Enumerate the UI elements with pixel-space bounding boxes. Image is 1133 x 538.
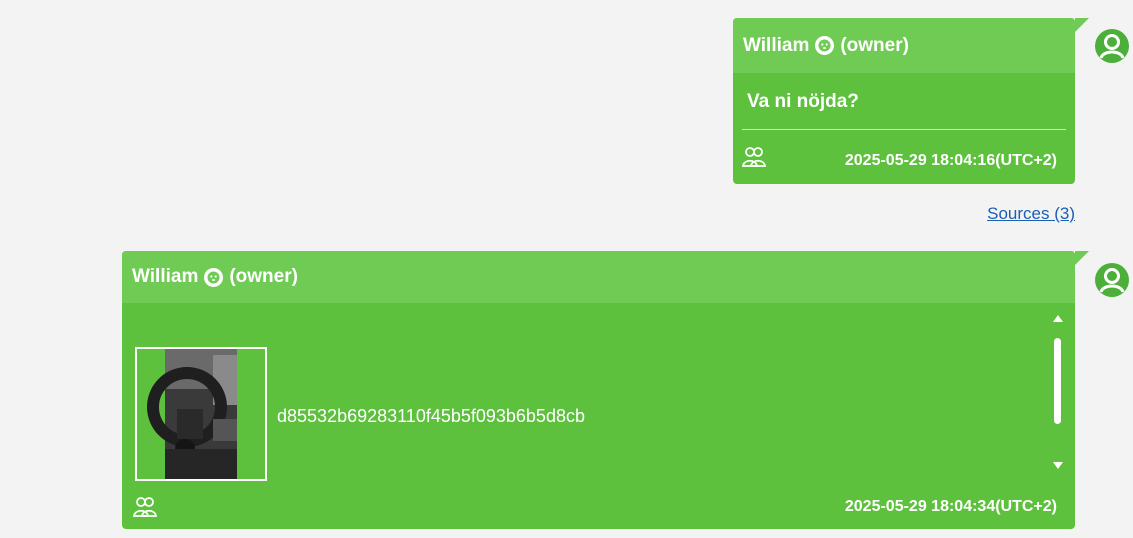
dog-face-icon [815,36,835,55]
user-avatar-icon[interactable] [1094,262,1130,303]
scrollbar[interactable] [1051,312,1065,472]
bubble-tail [1075,18,1089,32]
attachment-name[interactable]: d85532b69283110f45b5f093b6b5d8cb [277,406,585,427]
message-bubble: William (owner) d85532b69283110f45b5f093… [122,251,1089,529]
attachment-thumbnail[interactable] [135,347,267,481]
sender-name: William [132,266,199,287]
sender-role: (owner) [840,34,909,56]
bubble-tail [1075,251,1089,265]
caret-down-icon[interactable] [1051,460,1065,472]
group-users-icon[interactable] [132,495,158,524]
caret-up-icon[interactable] [1051,312,1065,324]
steering-wheel-photo-icon [147,349,237,479]
dog-face-icon [204,267,224,287]
scrollbar-thumb[interactable] [1054,338,1061,424]
message-timestamp: 2025-05-29 18:04:34(UTC+2) [844,498,1057,515]
message-divider [742,129,1066,130]
group-users-icon[interactable] [741,145,767,174]
message-text: Va ni nöjda? [747,91,859,112]
message-bubble: William (owner) Va ni nöjda? 2025-05-29 … [733,18,1089,184]
message-header: William (owner) [733,18,1075,73]
message-header: William (owner) [122,251,1075,303]
sources-link[interactable]: Sources (3) [987,204,1075,224]
message-timestamp: 2025-05-29 18:04:16(UTC+2) [844,152,1057,169]
sender-name: William [743,34,810,56]
sender-role: (owner) [229,266,298,287]
user-avatar-icon[interactable] [1094,28,1130,69]
